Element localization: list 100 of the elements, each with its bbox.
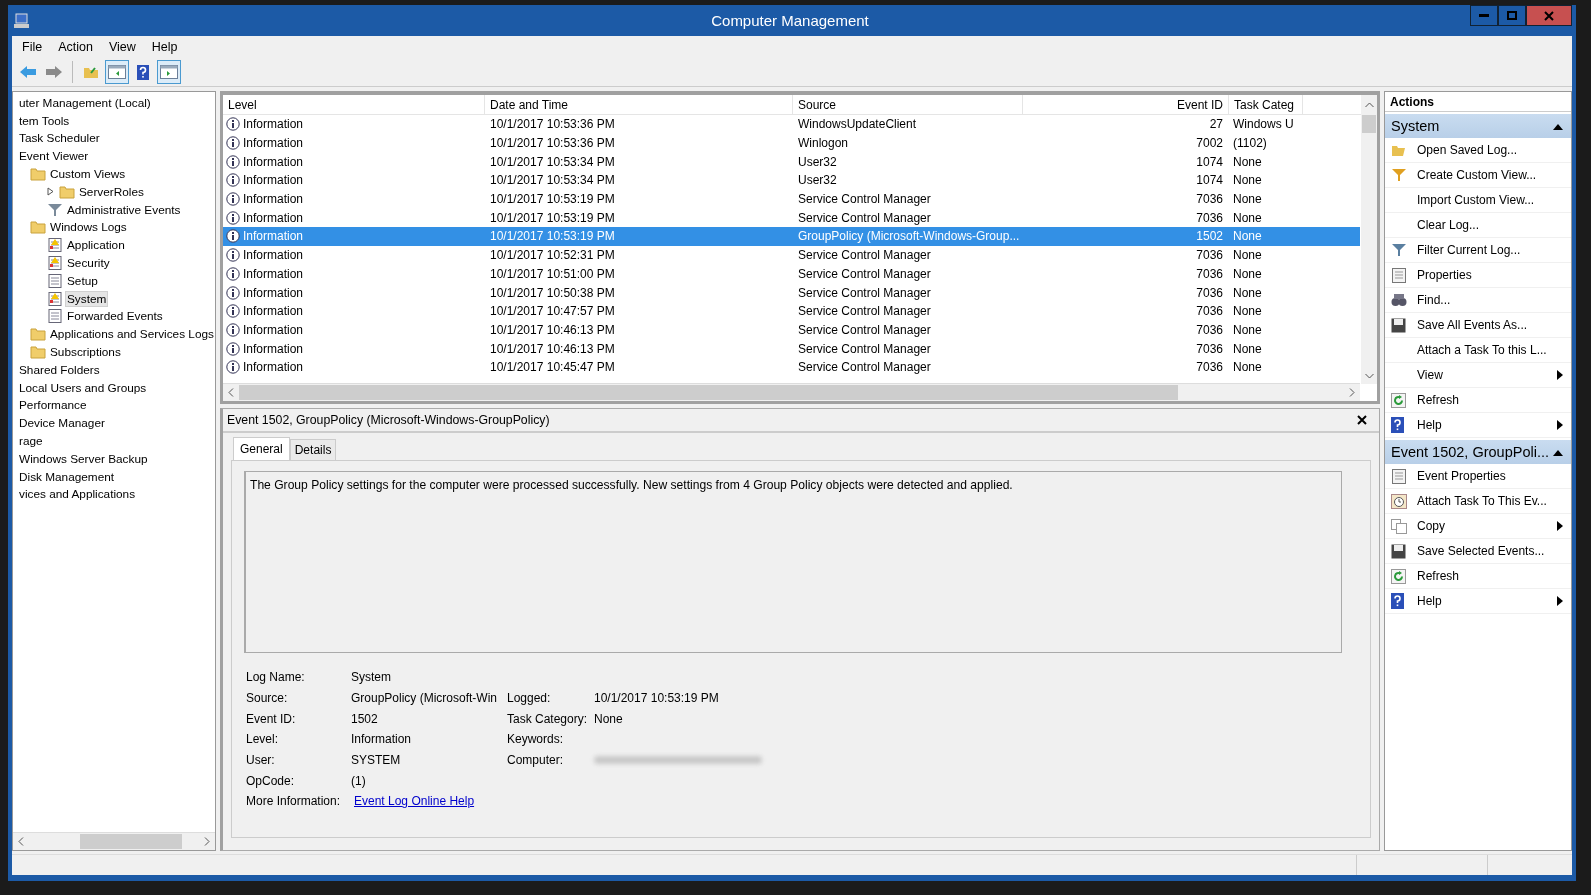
tree-item[interactable]: Administrative Events bbox=[65, 201, 183, 218]
event-row[interactable]: Information 10/1/2017 10:52:31 PM Service Control Manager 7036 None bbox=[223, 245, 1360, 265]
pane-command[interactable]: Refresh bbox=[1385, 564, 1571, 589]
menu-item[interactable]: Help bbox=[145, 38, 184, 56]
source-cell-text: Service Control Manager bbox=[797, 322, 932, 337]
column-header[interactable]: Date and Time bbox=[485, 95, 793, 114]
tree-item[interactable]: Subscriptions bbox=[48, 344, 123, 361]
pane-command[interactable]: Attach a Task To this L... bbox=[1385, 338, 1571, 363]
event-row[interactable]: Information 10/1/2017 10:53:36 PM Winlogon 7002 (1102) bbox=[223, 133, 1360, 153]
event-id-cell-text: 7036 bbox=[1195, 360, 1224, 375]
tree-item[interactable]: Task Scheduler bbox=[17, 130, 102, 147]
date-cell-text: 10/1/2017 10:53:36 PM bbox=[489, 117, 616, 132]
tab[interactable]: Details bbox=[289, 439, 337, 460]
window-title: Computer Management bbox=[710, 12, 870, 29]
pane-command[interactable]: View bbox=[1385, 363, 1571, 388]
event-row[interactable]: Information 10/1/2017 10:51:00 PM Service Control Manager 7036 None bbox=[223, 264, 1360, 284]
date-cell-text: 10/1/2017 10:47:57 PM bbox=[489, 304, 616, 319]
tree-item[interactable]: rage bbox=[17, 433, 45, 450]
source-cell-text: User32 bbox=[797, 173, 838, 188]
event-row[interactable]: Information 10/1/2017 10:53:36 PM WindowsUpdateClient 27 Windows U bbox=[223, 115, 1360, 134]
date-cell-text: 10/1/2017 10:45:47 PM bbox=[489, 360, 616, 375]
task-category-cell-text: None bbox=[1232, 322, 1263, 337]
date-cell-text: 10/1/2017 10:53:36 PM bbox=[489, 136, 616, 151]
section-header[interactable]: System bbox=[1385, 114, 1571, 138]
tree-item[interactable]: Applications and Services Logs bbox=[48, 326, 215, 343]
pane-command[interactable]: Filter Current Log... bbox=[1385, 238, 1571, 263]
source-cell-text: Service Control Manager bbox=[797, 266, 932, 281]
section-header[interactable]: Event 1502, GroupPoli... bbox=[1385, 440, 1571, 464]
event-id-cell-text: 1502 bbox=[1195, 229, 1224, 244]
event-row[interactable]: Information 10/1/2017 10:53:34 PM User32 1074 None bbox=[223, 171, 1360, 190]
tree-item[interactable]: uter Management (Local) bbox=[17, 94, 153, 111]
column-header[interactable]: Level bbox=[223, 95, 485, 114]
date-cell-text: 10/1/2017 10:46:13 PM bbox=[489, 341, 616, 356]
event-id-cell-text: 7036 bbox=[1195, 341, 1224, 356]
menu-item[interactable]: File bbox=[16, 38, 49, 56]
pane-command[interactable]: Create Custom View... bbox=[1385, 163, 1571, 188]
event-row[interactable]: Information 10/1/2017 10:53:19 PM Service Control Manager 7036 None bbox=[223, 189, 1360, 209]
event-id-cell-text: 7002 bbox=[1195, 136, 1224, 151]
menu-item[interactable]: View bbox=[102, 38, 142, 56]
menu-item[interactable]: Action bbox=[52, 38, 99, 56]
tree-item[interactable]: Windows Logs bbox=[48, 219, 129, 236]
tree-item[interactable]: Custom Views bbox=[48, 166, 128, 183]
pane-command[interactable]: Import Custom View... bbox=[1385, 188, 1571, 213]
date-cell-text: 10/1/2017 10:53:34 PM bbox=[489, 173, 616, 188]
level-text: Information bbox=[243, 285, 304, 300]
pane-command[interactable]: Help bbox=[1385, 413, 1571, 438]
event-id-cell-text: 7036 bbox=[1195, 210, 1224, 225]
pane-command[interactable]: Help bbox=[1385, 589, 1571, 614]
event-description: The Group Policy settings for the computer were processed successfully. New settings from 4 Group Policy objects were detected and applied. bbox=[244, 471, 1342, 653]
tree-item[interactable]: Setup bbox=[65, 272, 100, 289]
column-header[interactable]: Source bbox=[793, 95, 1023, 114]
event-row[interactable]: Information 10/1/2017 10:53:19 PM Service Control Manager 7036 None bbox=[223, 208, 1360, 228]
level-text: Information bbox=[243, 266, 304, 281]
pane-command[interactable]: Find... bbox=[1385, 288, 1571, 313]
level-text: Information bbox=[243, 173, 304, 188]
tree-item[interactable]: Forwarded Events bbox=[65, 308, 165, 325]
column-header[interactable]: Event ID bbox=[1023, 95, 1229, 114]
pane-command[interactable]: Clear Log... bbox=[1385, 213, 1571, 238]
pane-command[interactable]: Copy bbox=[1385, 514, 1571, 539]
tab[interactable]: General bbox=[233, 437, 290, 460]
tree-item[interactable]: Event Viewer bbox=[17, 148, 91, 165]
event-row[interactable]: Information 10/1/2017 10:47:57 PM Service Control Manager 7036 None bbox=[223, 301, 1360, 321]
field-value: (1) bbox=[351, 773, 367, 788]
event-row[interactable]: Information 10/1/2017 10:45:47 PM Service Control Manager 7036 None bbox=[223, 357, 1360, 377]
task-category-cell-text: None bbox=[1232, 210, 1263, 225]
tree-item[interactable]: ServerRoles bbox=[77, 183, 146, 200]
pane-command[interactable]: Event Properties bbox=[1385, 464, 1571, 489]
tree-item[interactable]: Application bbox=[65, 237, 127, 254]
field-value: Information bbox=[351, 732, 413, 747]
task-category-cell-text: None bbox=[1232, 192, 1263, 207]
pane-command[interactable]: Properties bbox=[1385, 263, 1571, 288]
tree-item[interactable]: Shared Folders bbox=[17, 361, 102, 378]
level-text: Information bbox=[243, 136, 304, 151]
field-label: More Information: bbox=[246, 794, 342, 809]
tree-item[interactable]: Local Users and Groups bbox=[17, 379, 149, 396]
tree-item[interactable]: tem Tools bbox=[17, 112, 72, 129]
field-label: Logged: bbox=[507, 691, 552, 706]
level-text: Information bbox=[243, 117, 304, 132]
event-row[interactable]: Information 10/1/2017 10:46:13 PM Service Control Manager 7036 None bbox=[223, 320, 1360, 340]
event-id-cell-text: 1074 bbox=[1195, 154, 1224, 169]
tree-item[interactable]: vices and Applications bbox=[17, 486, 138, 503]
tree-item[interactable]: Security bbox=[65, 255, 112, 272]
event-row[interactable]: Information 10/1/2017 10:50:38 PM Service Control Manager 7036 None bbox=[223, 283, 1360, 302]
event-row[interactable]: Information 10/1/2017 10:53:34 PM User32 1074 None bbox=[223, 152, 1360, 172]
help-link[interactable]: Event Log Online Help bbox=[354, 794, 510, 809]
pane-command[interactable]: Save All Events As... bbox=[1385, 313, 1571, 338]
tree-item[interactable]: Device Manager bbox=[17, 415, 107, 432]
tree-item[interactable]: System bbox=[65, 290, 109, 307]
pane-command[interactable]: Refresh bbox=[1385, 388, 1571, 413]
level-text: Information bbox=[243, 248, 304, 263]
tree-item[interactable]: Windows Server Backup bbox=[17, 450, 150, 467]
level-text: Information bbox=[243, 229, 304, 244]
pane-command[interactable]: Attach Task To This Ev... bbox=[1385, 489, 1571, 514]
tree-item[interactable]: Disk Management bbox=[17, 468, 117, 485]
event-row[interactable]: Information 10/1/2017 10:46:13 PM Service Control Manager 7036 None bbox=[223, 339, 1360, 358]
date-cell-text: 10/1/2017 10:50:38 PM bbox=[489, 285, 616, 300]
column-header[interactable]: Task Categ bbox=[1229, 95, 1303, 114]
pane-command[interactable]: Open Saved Log... bbox=[1385, 138, 1571, 163]
tree-item[interactable]: Performance bbox=[17, 397, 89, 414]
pane-command[interactable]: Save Selected Events... bbox=[1385, 539, 1571, 564]
